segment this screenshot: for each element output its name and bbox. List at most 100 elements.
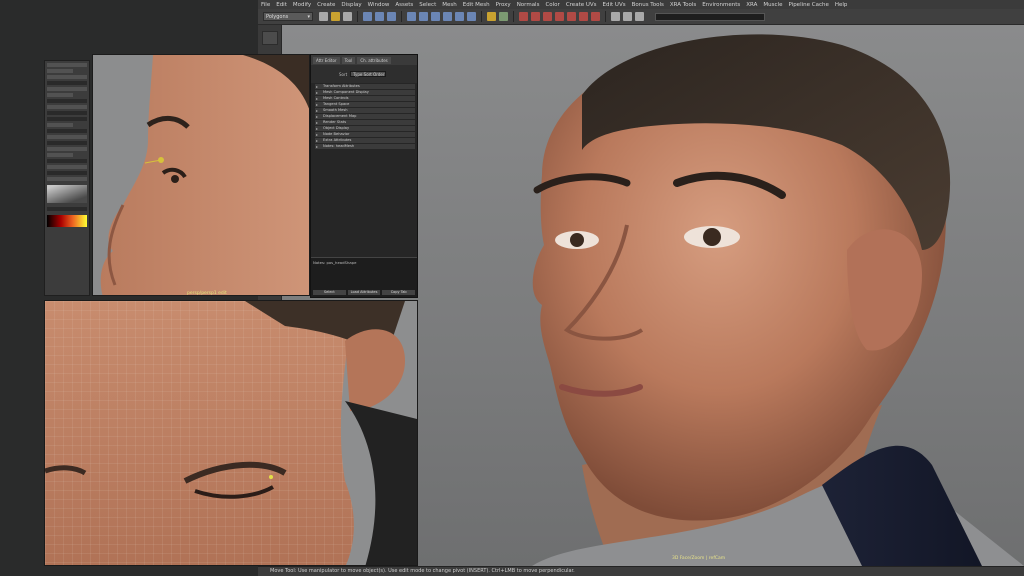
- toolbar-divider: [357, 11, 358, 22]
- attribute-side-panel: [44, 60, 90, 296]
- attribute-editor-buttons: Select Load Attributes Copy Tab: [313, 290, 416, 295]
- menu-color[interactable]: Color: [545, 2, 559, 8]
- panel-row[interactable]: [47, 105, 87, 109]
- panel-row[interactable]: [47, 75, 87, 79]
- ae-button[interactable]: Copy Tab: [382, 290, 416, 295]
- menu-create[interactable]: Create: [317, 2, 335, 8]
- filter-dropdown[interactable]: Type Sort Order: [350, 71, 387, 77]
- snap-grid-icon[interactable]: [407, 12, 416, 21]
- menu-modify[interactable]: Modify: [293, 2, 311, 8]
- panel-row[interactable]: [47, 69, 74, 73]
- ae-button[interactable]: Select: [313, 290, 346, 295]
- ae-tab[interactable]: Ch. attributes: [357, 56, 391, 64]
- panel-row[interactable]: [47, 63, 87, 67]
- menu-set-dropdown[interactable]: Polygons ▾: [263, 12, 313, 21]
- attribute-section[interactable]: Notes: headMesh: [315, 144, 415, 149]
- attribute-editor-panel: Attr Editor Tool Ch. attributes Sort Type …: [310, 54, 418, 298]
- panel-row[interactable]: [47, 81, 87, 85]
- make-live-icon[interactable]: [467, 12, 476, 21]
- menu-xra[interactable]: XRA: [746, 2, 757, 8]
- select-by-object-icon[interactable]: [375, 12, 384, 21]
- chevron-down-icon: ▾: [307, 13, 310, 20]
- snap-curve-icon[interactable]: [419, 12, 428, 21]
- toolbar-divider: [401, 11, 402, 22]
- menu-normals[interactable]: Normals: [517, 2, 540, 8]
- menu-help[interactable]: Help: [835, 2, 848, 8]
- menu-assets[interactable]: Assets: [395, 2, 413, 8]
- menu-select[interactable]: Select: [419, 2, 436, 8]
- panel-row[interactable]: [47, 87, 87, 91]
- input-mode-icon[interactable]: [623, 12, 632, 21]
- falloff-ramp-graph[interactable]: [47, 185, 87, 203]
- panel-row[interactable]: [47, 123, 74, 127]
- menu-file[interactable]: File: [261, 2, 270, 8]
- menu-edit-mesh[interactable]: Edit Mesh: [463, 2, 490, 8]
- snap-point-icon[interactable]: [431, 12, 440, 21]
- panel-row[interactable]: [47, 111, 87, 115]
- color-ramp-bar[interactable]: [47, 215, 87, 227]
- render-frame-icon[interactable]: [519, 12, 528, 21]
- menu-edit-uvs[interactable]: Edit UVs: [603, 2, 626, 8]
- filter-label: Sort: [339, 71, 348, 77]
- menu-environments[interactable]: Environments: [702, 2, 740, 8]
- menu-bonus-tools[interactable]: Bonus Tools: [632, 2, 664, 8]
- select-by-hierarchy-icon[interactable]: [363, 12, 372, 21]
- panel-row[interactable]: [47, 117, 87, 121]
- attribute-section[interactable]: Extra Attributes: [315, 138, 415, 143]
- menu-proxy[interactable]: Proxy: [496, 2, 511, 8]
- render-view-icon[interactable]: [567, 12, 576, 21]
- open-scene-icon[interactable]: [331, 12, 340, 21]
- numeric-input-icon[interactable]: [635, 12, 644, 21]
- attribute-section[interactable]: Tangent Space: [315, 102, 415, 107]
- panel-row[interactable]: [47, 129, 87, 133]
- menu-create-uvs[interactable]: Create UVs: [566, 2, 597, 8]
- attribute-section[interactable]: Transform Attributes: [315, 84, 415, 89]
- panel-row[interactable]: [47, 177, 87, 181]
- panel-row[interactable]: [47, 135, 87, 139]
- menu-muscle[interactable]: Muscle: [763, 2, 782, 8]
- panel-row[interactable]: [47, 99, 87, 103]
- render-layer-icon[interactable]: [591, 12, 600, 21]
- menu-mesh[interactable]: Mesh: [442, 2, 456, 8]
- construction-history-icon[interactable]: [499, 12, 508, 21]
- input-line-icon[interactable]: [611, 12, 620, 21]
- panel-row[interactable]: [47, 93, 74, 97]
- history-icon[interactable]: [487, 12, 496, 21]
- attribute-section[interactable]: Mesh Component Display: [315, 90, 415, 95]
- panel-row[interactable]: [47, 159, 87, 163]
- menu-window[interactable]: Window: [368, 2, 390, 8]
- menu-xra-tools[interactable]: XRA Tools: [670, 2, 696, 8]
- panel-row[interactable]: [47, 207, 87, 211]
- batch-render-icon[interactable]: [579, 12, 588, 21]
- new-scene-icon[interactable]: [319, 12, 328, 21]
- snap-plane-icon[interactable]: [443, 12, 452, 21]
- attribute-section[interactable]: Render Stats: [315, 120, 415, 125]
- menu-edit[interactable]: Edit: [276, 2, 287, 8]
- attribute-section[interactable]: Displacement Map: [315, 114, 415, 119]
- select-tool-icon[interactable]: [261, 31, 278, 45]
- attribute-section[interactable]: Mesh Controls: [315, 96, 415, 101]
- panel-row[interactable]: [47, 153, 74, 157]
- save-scene-icon[interactable]: [343, 12, 352, 21]
- ae-button[interactable]: Load Attributes: [347, 290, 381, 295]
- toolbar-divider: [605, 11, 606, 22]
- snap-surface-icon[interactable]: [455, 12, 464, 21]
- ipr-render-icon[interactable]: [531, 12, 540, 21]
- render-settings-icon[interactable]: [543, 12, 552, 21]
- command-input-field[interactable]: [655, 12, 765, 21]
- hypershade-icon[interactable]: [555, 12, 564, 21]
- panel-row[interactable]: [47, 171, 87, 175]
- ae-tab[interactable]: Tool: [341, 56, 356, 64]
- panel-row[interactable]: [47, 165, 87, 169]
- panel-row[interactable]: [47, 147, 87, 151]
- menu-pipeline-cache[interactable]: Pipeline Cache: [788, 2, 828, 8]
- closeup-viewport[interactable]: [44, 300, 418, 566]
- attribute-section[interactable]: Object Display: [315, 126, 415, 131]
- side-viewport[interactable]: persp/persp1 edit: [92, 54, 310, 296]
- select-by-component-icon[interactable]: [387, 12, 396, 21]
- attribute-section[interactable]: Node Behavior: [315, 132, 415, 137]
- ae-tab[interactable]: Attr Editor: [313, 56, 340, 64]
- attribute-section[interactable]: Smooth Mesh: [315, 108, 415, 113]
- panel-row[interactable]: [47, 141, 87, 145]
- menu-display[interactable]: Display: [341, 2, 361, 8]
